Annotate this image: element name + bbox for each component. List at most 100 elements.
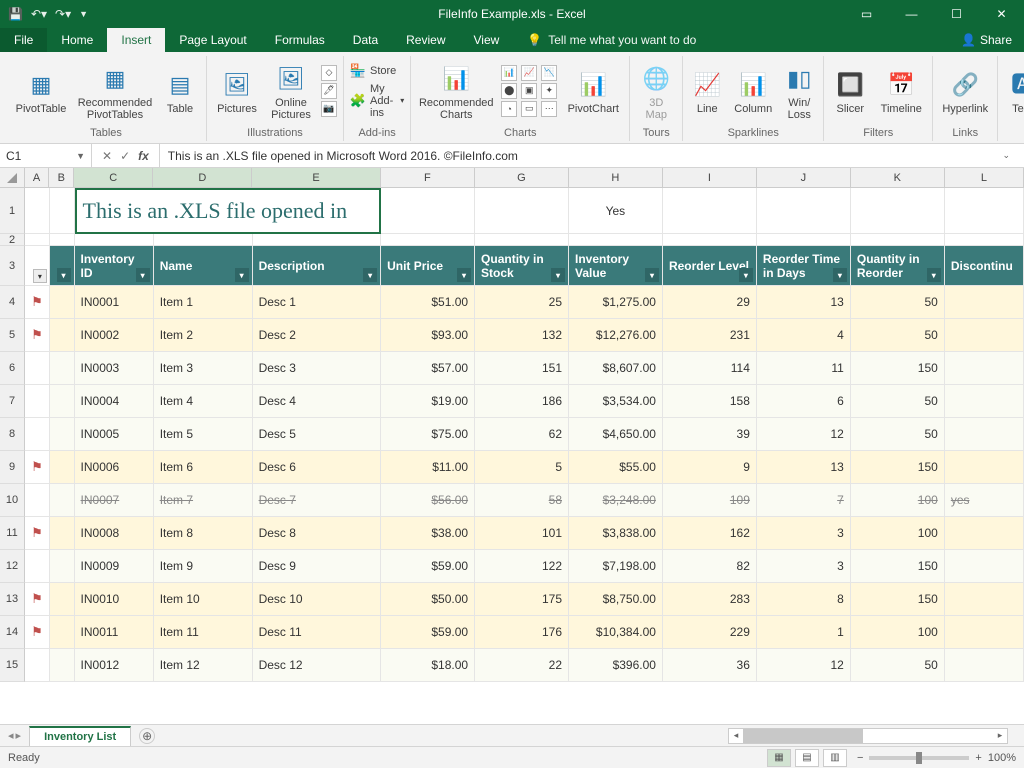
cell-days[interactable]: 4 xyxy=(757,319,851,352)
cell-disc[interactable] xyxy=(945,385,1024,418)
cell-name[interactable]: Item 12 xyxy=(154,649,253,682)
fx-icon[interactable]: fx xyxy=(138,149,149,163)
table-header[interactable]: Inventory ID▾ xyxy=(75,246,154,286)
cell-value[interactable]: $3,838.00 xyxy=(569,517,663,550)
cell-qty[interactable]: 151 xyxy=(475,352,569,385)
cell-desc[interactable]: Desc 6 xyxy=(253,451,382,484)
col-header-b[interactable]: B xyxy=(49,168,74,187)
sparkline-winloss-button[interactable]: ▮▯Win/ Loss xyxy=(781,61,817,121)
row-header[interactable]: 13 xyxy=(0,583,25,616)
undo-icon[interactable]: ↶▾ xyxy=(31,7,47,21)
col-header-g[interactable]: G xyxy=(475,168,569,187)
cell-disc[interactable] xyxy=(945,319,1024,352)
cell[interactable] xyxy=(475,188,569,234)
view-normal-button[interactable]: ▦ xyxy=(767,749,791,767)
cell-price[interactable]: $38.00 xyxy=(381,517,475,550)
cell-id[interactable]: IN0001 xyxy=(75,286,154,319)
cell-qty[interactable]: 22 xyxy=(475,649,569,682)
cell-price[interactable]: $18.00 xyxy=(381,649,475,682)
cell-name[interactable]: Item 3 xyxy=(154,352,253,385)
pivotchart-button[interactable]: 📊PivotChart xyxy=(563,67,623,115)
cell-qty[interactable]: 176 xyxy=(475,616,569,649)
cell-qty[interactable]: 186 xyxy=(475,385,569,418)
cell-qre[interactable]: 50 xyxy=(851,649,945,682)
cell[interactable] xyxy=(50,385,75,418)
cell-qty[interactable]: 175 xyxy=(475,583,569,616)
cell-days[interactable]: 6 xyxy=(757,385,851,418)
spreadsheet-grid[interactable]: 1 This is an .XLS file opened in Yes 2 3… xyxy=(0,188,1024,724)
ribbon-options-icon[interactable]: ▭ xyxy=(844,0,889,28)
cell-name[interactable]: Item 4 xyxy=(154,385,253,418)
close-icon[interactable]: ✕ xyxy=(979,0,1024,28)
cell-value[interactable]: $7,198.00 xyxy=(569,550,663,583)
cell-id[interactable]: IN0005 xyxy=(75,418,154,451)
cell-qre[interactable]: 150 xyxy=(851,451,945,484)
col-header-l[interactable]: L xyxy=(945,168,1024,187)
cell-id[interactable]: IN0002 xyxy=(75,319,154,352)
cell-id[interactable]: IN0012 xyxy=(75,649,154,682)
cell-qty[interactable]: 132 xyxy=(475,319,569,352)
table-header[interactable]: Unit Price▾ xyxy=(381,246,475,286)
name-box[interactable]: C1▼ xyxy=(0,144,92,167)
tab-data[interactable]: Data xyxy=(339,28,392,52)
col-header-d[interactable]: D xyxy=(153,168,252,187)
col-header-j[interactable]: J xyxy=(757,168,851,187)
cell-price[interactable]: $59.00 xyxy=(381,550,475,583)
cell[interactable] xyxy=(381,188,475,234)
table-header[interactable]: Quantity in Reorder▾ xyxy=(851,246,945,286)
table-header[interactable]: Discontinu xyxy=(945,246,1024,286)
flag-cell[interactable] xyxy=(25,649,50,682)
cell-qre[interactable]: 50 xyxy=(851,319,945,352)
rec-charts-button[interactable]: 📊Recommended Charts xyxy=(417,61,495,121)
col-header-k[interactable]: K xyxy=(851,168,945,187)
cell-reorder[interactable]: 36 xyxy=(663,649,757,682)
table-header[interactable]: Description▾ xyxy=(253,246,382,286)
cell[interactable] xyxy=(50,352,75,385)
cell-value[interactable]: $4,650.00 xyxy=(569,418,663,451)
cell-value[interactable]: $8,750.00 xyxy=(569,583,663,616)
cell[interactable] xyxy=(50,286,75,319)
filter-icon[interactable]: ▾ xyxy=(457,268,471,282)
table-header[interactable]: Inventory Value▾ xyxy=(569,246,663,286)
col-header-c[interactable]: C xyxy=(74,168,153,187)
cell-desc[interactable]: Desc 2 xyxy=(253,319,382,352)
cell-qty[interactable]: 25 xyxy=(475,286,569,319)
tab-review[interactable]: Review xyxy=(392,28,459,52)
select-all-button[interactable] xyxy=(0,168,25,187)
cell-price[interactable]: $59.00 xyxy=(381,616,475,649)
cell-value[interactable]: $1,275.00 xyxy=(569,286,663,319)
cell-desc[interactable]: Desc 1 xyxy=(253,286,382,319)
tell-me[interactable]: 💡 Tell me what you want to do xyxy=(513,28,710,52)
scroll-right-icon[interactable]: ▸ xyxy=(993,730,1007,741)
cell[interactable]: Yes xyxy=(569,188,663,234)
cell-id[interactable]: IN0003 xyxy=(75,352,154,385)
filter-icon[interactable]: ▾ xyxy=(33,269,47,283)
cell-reorder[interactable]: 29 xyxy=(663,286,757,319)
row-header[interactable]: 14 xyxy=(0,616,25,649)
col-header-a[interactable]: A xyxy=(25,168,50,187)
filter-icon[interactable]: ▾ xyxy=(136,268,150,282)
cell[interactable] xyxy=(50,550,75,583)
add-sheet-button[interactable]: ⊕ xyxy=(139,728,155,744)
sheet-tab[interactable]: Inventory List xyxy=(29,726,131,746)
cell-days[interactable]: 12 xyxy=(757,418,851,451)
zoom-out-button[interactable]: − xyxy=(857,752,863,764)
cell-disc[interactable] xyxy=(945,550,1024,583)
cell-id[interactable]: IN0004 xyxy=(75,385,154,418)
cell-id[interactable]: IN0007 xyxy=(75,484,154,517)
cell-desc[interactable]: Desc 11 xyxy=(253,616,382,649)
cell-price[interactable]: $56.00 xyxy=(381,484,475,517)
save-icon[interactable]: 💾 xyxy=(8,7,23,21)
cell[interactable] xyxy=(50,418,75,451)
cell-reorder[interactable]: 9 xyxy=(663,451,757,484)
redo-icon[interactable]: ↷▾ xyxy=(55,7,71,21)
flag-cell[interactable] xyxy=(25,550,50,583)
row-header[interactable]: 15 xyxy=(0,649,25,682)
cell[interactable] xyxy=(50,319,75,352)
row-header[interactable]: 5 xyxy=(0,319,25,352)
flag-cell[interactable]: ⚑ xyxy=(25,286,50,319)
cell-name[interactable]: Item 10 xyxy=(154,583,253,616)
cell-desc[interactable]: Desc 7 xyxy=(253,484,382,517)
cell-desc[interactable]: Desc 4 xyxy=(253,385,382,418)
col-header-e[interactable]: E xyxy=(252,168,381,187)
